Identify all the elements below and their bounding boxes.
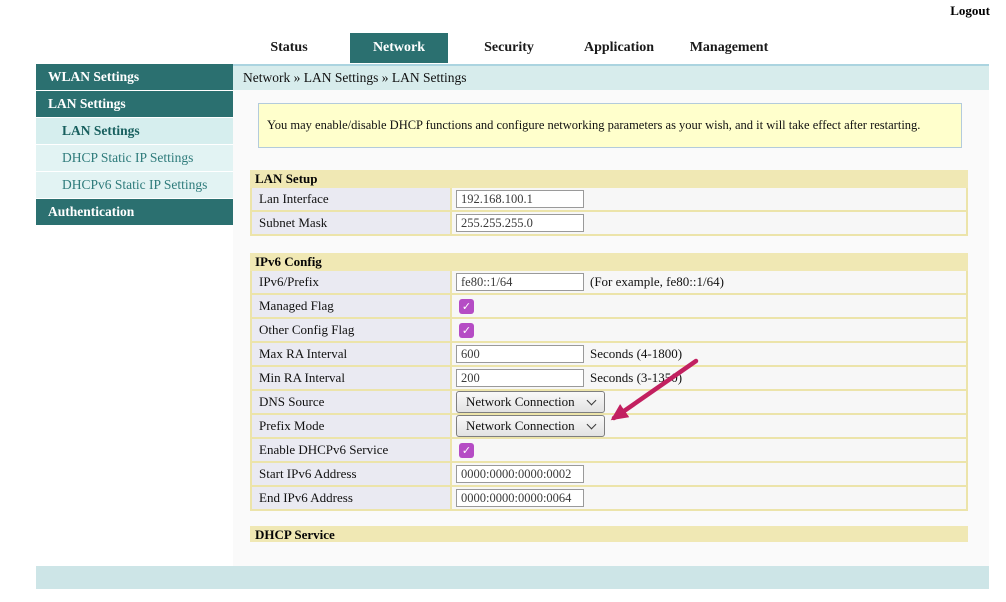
form-row-end-ipv6-address: End IPv6 Address: [250, 487, 968, 511]
tab-application[interactable]: Application: [570, 33, 668, 63]
end-ipv6-address-input[interactable]: [456, 489, 584, 507]
field-hint: Seconds (4-1800): [590, 346, 682, 362]
managed-flag-checkbox[interactable]: ✓: [459, 299, 474, 314]
tab-bar: Status Network Security Application Manageme…: [240, 33, 778, 63]
tab-network[interactable]: Network: [350, 33, 448, 63]
sections: LAN SetupLan InterfaceSubnet Mask IPv6 Co…: [250, 170, 968, 559]
enable-dhcpv6-service-checkbox[interactable]: ✓: [459, 443, 474, 458]
field-hint: Seconds (3-1350): [590, 370, 682, 386]
ipv6-prefix-input[interactable]: [456, 273, 584, 291]
form-row-ipv6-prefix: IPv6/Prefix (For example, fe80::1/64): [250, 271, 968, 295]
sidebar-item-dhcp-static-ip-settings-sub[interactable]: DHCP Static IP Settings: [36, 145, 233, 171]
lan-interface-input[interactable]: [456, 190, 584, 208]
section-lan-setup: LAN SetupLan InterfaceSubnet Mask: [250, 170, 968, 236]
tab-status[interactable]: Status: [240, 33, 338, 63]
section-title: DHCP Service: [250, 526, 968, 542]
sidebar-item-authentication[interactable]: Authentication: [36, 199, 233, 225]
form-row-enable-dhcpv6-service: Enable DHCPv6 Service ✓: [250, 439, 968, 463]
field-label: Enable DHCPv6 Service: [252, 439, 452, 461]
field-value-cell: [452, 487, 966, 509]
prefix-mode-select[interactable]: Network Connection: [456, 415, 605, 437]
max-ra-interval-input[interactable]: [456, 345, 584, 363]
other-config-flag-checkbox[interactable]: ✓: [459, 323, 474, 338]
field-value-cell: [452, 212, 966, 234]
field-value-cell: Network Connection: [452, 415, 966, 437]
field-label: Max RA Interval: [252, 343, 452, 365]
field-value-cell: ✓: [452, 295, 966, 317]
tab-management[interactable]: Management: [680, 33, 778, 63]
field-label: Start IPv6 Address: [252, 463, 452, 485]
field-label: Subnet Mask: [252, 212, 452, 234]
form-row-lan-interface: Lan Interface: [250, 188, 968, 212]
field-label: Managed Flag: [252, 295, 452, 317]
select-value: Network Connection: [466, 418, 575, 434]
sidebar-item-lan-settings[interactable]: LAN Settings: [36, 91, 233, 117]
breadcrumb: Network » LAN Settings » LAN Settings: [233, 64, 989, 90]
notice-text: You may enable/disable DHCP functions an…: [267, 118, 920, 133]
section-title: IPv6 Config: [250, 253, 968, 271]
chevron-down-icon: [586, 420, 596, 430]
form-row-dns-source: DNS Source Network Connection: [250, 391, 968, 415]
form-row-max-ra-interval: Max RA Interval Seconds (4-1800): [250, 343, 968, 367]
field-value-cell: [452, 463, 966, 485]
tab-security[interactable]: Security: [460, 33, 558, 63]
chevron-down-icon: [586, 396, 596, 406]
field-label: Min RA Interval: [252, 367, 452, 389]
min-ra-interval-input[interactable]: [456, 369, 584, 387]
field-value-cell: ✓: [452, 439, 966, 461]
field-value-cell: [452, 188, 966, 210]
field-label: IPv6/Prefix: [252, 271, 452, 293]
field-value-cell: Seconds (4-1800): [452, 343, 966, 365]
section-title: LAN Setup: [250, 170, 968, 188]
sidebar: WLAN SettingsLAN SettingsLAN SettingsDHC…: [36, 64, 233, 226]
router-admin-page: Logout Status Network Security Application M…: [0, 0, 1006, 602]
form-row-prefix-mode: Prefix Mode Network Connection: [250, 415, 968, 439]
footer-band: [36, 566, 989, 589]
sidebar-item-lan-settings-sub[interactable]: LAN Settings: [36, 118, 233, 144]
checkmark-icon: ✓: [462, 445, 471, 456]
field-value-cell: Network Connection: [452, 391, 966, 413]
field-value-cell: Seconds (3-1350): [452, 367, 966, 389]
form-row-min-ra-interval: Min RA Interval Seconds (3-1350): [250, 367, 968, 391]
select-value: Network Connection: [466, 394, 575, 410]
form-row-other-config-flag: Other Config Flag ✓: [250, 319, 968, 343]
field-label: Lan Interface: [252, 188, 452, 210]
section-dhcp-service: DHCP Service: [250, 526, 968, 542]
logout-link[interactable]: Logout: [950, 3, 990, 19]
form-row-start-ipv6-address: Start IPv6 Address: [250, 463, 968, 487]
section-ipv6-config: IPv6 ConfigIPv6/Prefix (For example, fe80…: [250, 253, 968, 511]
field-label: End IPv6 Address: [252, 487, 452, 509]
field-label: Prefix Mode: [252, 415, 452, 437]
start-ipv6-address-input[interactable]: [456, 465, 584, 483]
form-row-managed-flag: Managed Flag ✓: [250, 295, 968, 319]
checkmark-icon: ✓: [462, 301, 471, 312]
subnet-mask-input[interactable]: [456, 214, 584, 232]
field-label: Other Config Flag: [252, 319, 452, 341]
checkmark-icon: ✓: [462, 325, 471, 336]
field-value-cell: ✓: [452, 319, 966, 341]
field-hint: (For example, fe80::1/64): [590, 274, 724, 290]
sidebar-item-wlan-settings[interactable]: WLAN Settings: [36, 64, 233, 90]
field-value-cell: (For example, fe80::1/64): [452, 271, 966, 293]
form-row-subnet-mask: Subnet Mask: [250, 212, 968, 236]
sidebar-item-dhcpv6-static-ip-settings-sub[interactable]: DHCPv6 Static IP Settings: [36, 172, 233, 198]
notice-box: You may enable/disable DHCP functions an…: [258, 103, 962, 148]
dns-source-select[interactable]: Network Connection: [456, 391, 605, 413]
field-label: DNS Source: [252, 391, 452, 413]
